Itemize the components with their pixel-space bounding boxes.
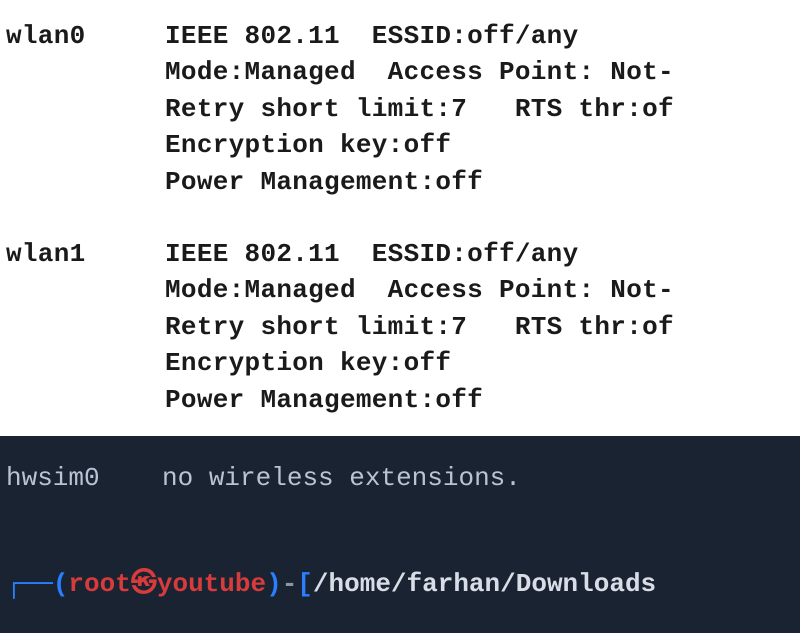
output-line: wlan1 IEEE 802.11 ESSID:off/any xyxy=(6,236,794,272)
output-line: Mode:Managed Access Point: Not- xyxy=(6,272,794,308)
wlan0-block: wlan0 IEEE 802.11 ESSID:off/any Mode:Man… xyxy=(6,18,794,200)
prompt-dash: - xyxy=(282,569,298,599)
terminal-body[interactable]: hwsim0 no wireless extensions. ┌──(root㉿… xyxy=(0,436,800,603)
prompt-box-char: ┌── xyxy=(6,569,53,599)
prompt-path: /home/farhan/Downloads xyxy=(313,569,656,599)
output-line: Power Management:off xyxy=(6,164,794,200)
output-line: Retry short limit:7 RTS thr:of xyxy=(6,309,794,345)
output-line: Mode:Managed Access Point: Not- xyxy=(6,54,794,90)
prompt-paren-close: ) xyxy=(266,569,282,599)
iwconfig-output-highlight: wlan0 IEEE 802.11 ESSID:off/any Mode:Man… xyxy=(0,0,800,436)
hwsim-line: hwsim0 no wireless extensions. xyxy=(6,460,794,496)
output-line: Encryption key:off xyxy=(6,345,794,381)
prompt-host: youtube xyxy=(157,569,266,599)
shell-prompt[interactable]: ┌──(root㉿youtube)-[/home/farhan/Download… xyxy=(6,566,794,602)
output-line: Encryption key:off xyxy=(6,127,794,163)
output-line: Retry short limit:7 RTS thr:of xyxy=(6,91,794,127)
wlan1-block: wlan1 IEEE 802.11 ESSID:off/any Mode:Man… xyxy=(6,236,794,418)
prompt-user: root xyxy=(68,569,130,599)
output-line: wlan0 IEEE 802.11 ESSID:off/any xyxy=(6,18,794,54)
prompt-bracket-open: [ xyxy=(297,569,313,599)
prompt-paren-open: ( xyxy=(53,569,69,599)
output-line: Power Management:off xyxy=(6,382,794,418)
skull-icon: ㉿ xyxy=(131,569,157,599)
